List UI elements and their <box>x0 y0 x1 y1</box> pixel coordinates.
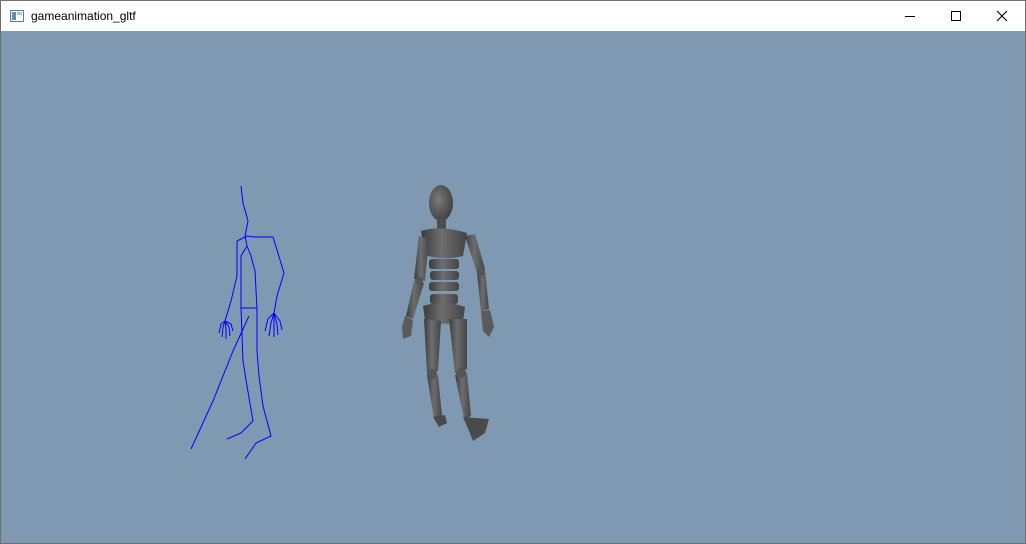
render-viewport[interactable] <box>1 31 1025 543</box>
close-icon <box>996 10 1008 22</box>
maximize-icon <box>951 11 961 21</box>
app-window: gameanimation_gltf <box>0 0 1026 544</box>
maximize-button[interactable] <box>933 1 979 31</box>
mannequin-mesh <box>402 185 494 441</box>
minimize-icon <box>905 16 915 17</box>
app-window-icon <box>10 9 24 23</box>
title-bar[interactable]: gameanimation_gltf <box>1 1 1025 31</box>
window-title: gameanimation_gltf <box>31 9 136 23</box>
minimize-button[interactable] <box>887 1 933 31</box>
close-button[interactable] <box>979 1 1025 31</box>
